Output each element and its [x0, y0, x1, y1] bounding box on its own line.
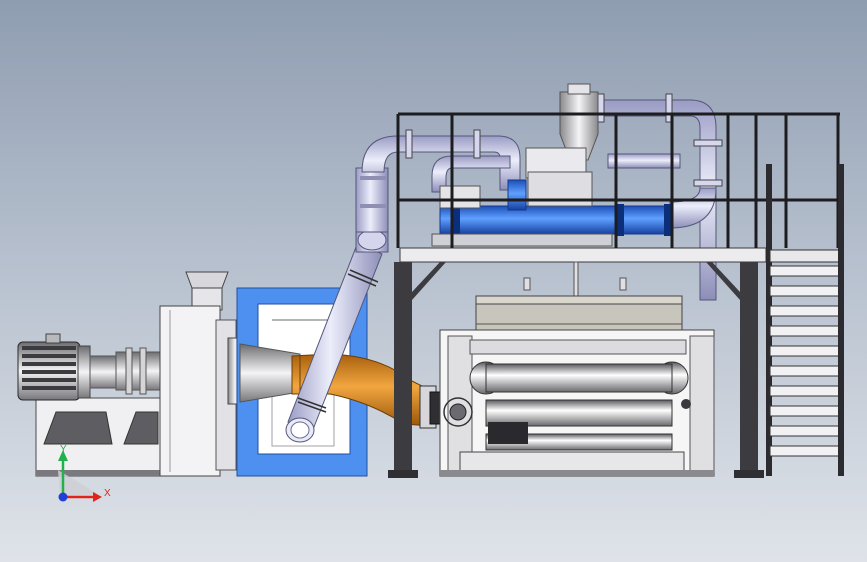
x-axis-label: X — [104, 488, 111, 499]
z-axis-marker — [58, 492, 68, 502]
x-axis-arrowhead — [93, 492, 102, 502]
y-axis-label: Y — [60, 444, 67, 455]
cad-viewport[interactable]: Y X — [0, 0, 867, 562]
coordinate-triad: Y X — [58, 444, 111, 502]
